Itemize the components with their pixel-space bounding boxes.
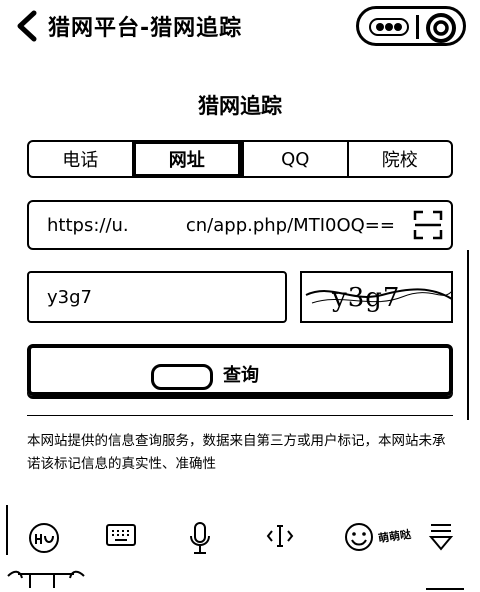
tab-school[interactable]: 院校 (346, 142, 452, 176)
more-dots-icon[interactable] (369, 18, 409, 36)
scrollbar (467, 250, 469, 420)
button-decoration (151, 364, 213, 390)
microphone-icon[interactable] (188, 522, 212, 556)
home-indicator (426, 588, 464, 590)
target-close-icon[interactable] (425, 12, 457, 44)
app-title: 猎网平台-猎网追踪 (48, 16, 243, 41)
query-button[interactable]: 查询 (27, 344, 453, 396)
url-input-value: https://u. cn/app.php/MTI0OQ== (47, 215, 395, 236)
url-input[interactable]: https://u. cn/app.php/MTI0OQ== (27, 200, 453, 250)
tab-website[interactable]: 网址 (131, 140, 242, 178)
cursor-move-icon[interactable] (266, 522, 294, 550)
input-method-icon[interactable] (28, 522, 60, 554)
captcha-image-text: y3g7 (332, 283, 401, 313)
mini-program-capsule (356, 6, 466, 46)
query-button-label: 查询 (223, 365, 259, 386)
search-type-tabs: 电话 网址 QQ 院校 (27, 140, 453, 178)
collapse-keyboard-icon[interactable] (428, 522, 454, 554)
scan-icon[interactable] (413, 210, 443, 240)
toolbar-edge (6, 505, 8, 555)
chevron-left-icon[interactable] (14, 10, 40, 42)
divider (27, 415, 453, 416)
captcha-input-value: y3g7 (47, 287, 92, 308)
capsule-divider (416, 15, 419, 39)
tab-qq[interactable]: QQ (242, 142, 347, 176)
captcha-image[interactable]: y3g7 (300, 271, 453, 323)
disclaimer-text: 本网站提供的信息查询服务，数据来自第三方或用户标记，本网站未承诺该标记信息的真实… (27, 433, 446, 472)
tab-phone[interactable]: 电话 (29, 142, 132, 176)
page-title: 猎网追踪 (198, 94, 282, 118)
keyboard-icon[interactable] (106, 522, 136, 550)
bottom-decoration (7, 570, 85, 588)
title-bar: 猎网平台-猎网追踪 (0, 0, 480, 52)
emoji-icon[interactable] (344, 522, 374, 552)
captcha-input[interactable]: y3g7 (27, 271, 287, 323)
